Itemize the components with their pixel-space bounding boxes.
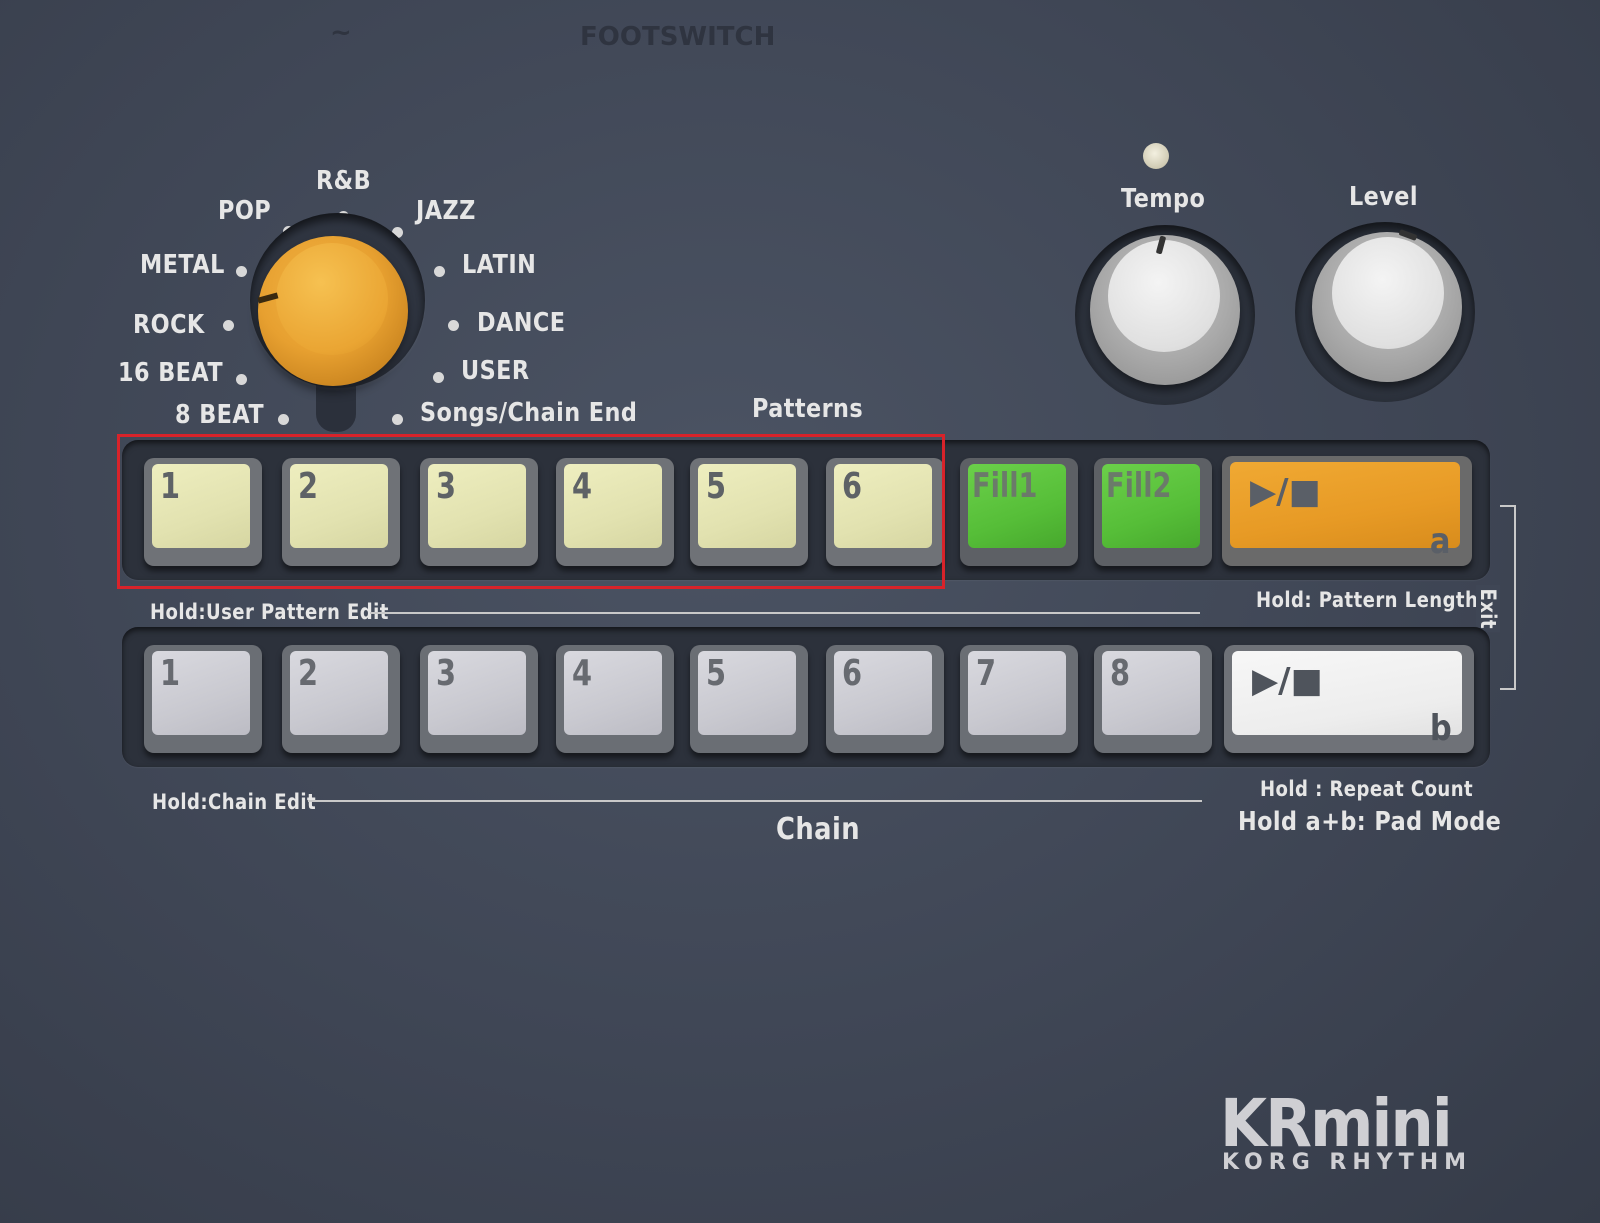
exit-bracket-line: [1514, 505, 1516, 690]
genre-8beat-label: 8 BEAT: [175, 400, 265, 430]
genre-latin-dot: [434, 266, 445, 277]
top-faint-mark: ~: [330, 18, 352, 48]
chain-pad-8[interactable]: 8: [1094, 645, 1212, 753]
hold-repeat-count-label: Hold : Repeat Count: [1260, 777, 1474, 801]
pattern-edit-line: [370, 612, 1200, 614]
genre-metal-dot: [236, 266, 247, 277]
genre-16beat-dot: [236, 374, 247, 385]
genre-rock-label: ROCK: [133, 310, 205, 340]
start-stop-a-letter: a: [1429, 521, 1451, 562]
genre-rock-dot: [223, 320, 234, 331]
genre-rnb-label: R&B: [316, 166, 372, 196]
genre-latin-label: LATIN: [462, 250, 537, 280]
genre-jazz-label: JAZZ: [416, 196, 476, 226]
chain-pad-2-label: 2: [298, 653, 319, 694]
chain-pad-7[interactable]: 7: [960, 645, 1078, 753]
start-stop-b-pad[interactable]: ▶/■ b: [1224, 645, 1474, 753]
tempo-led: [1143, 143, 1169, 169]
chain-pad-5-label: 5: [706, 653, 727, 694]
patterns-label: Patterns: [752, 394, 864, 424]
genre-user-dot: [433, 372, 444, 383]
fill1-pad[interactable]: Fill1: [960, 458, 1078, 566]
highlight-box: [117, 434, 945, 589]
fill1-pad-label: Fill1: [972, 466, 1038, 506]
chain-pad-3-label: 3: [436, 653, 457, 694]
fill2-pad[interactable]: Fill2: [1094, 458, 1212, 566]
genre-dance-dot: [448, 320, 459, 331]
chain-pad-4-label: 4: [572, 653, 593, 694]
start-stop-b-letter: b: [1430, 708, 1453, 749]
chain-pad-6[interactable]: 6: [826, 645, 944, 753]
hold-pattern-length-label: Hold: Pattern Length: [1256, 588, 1479, 612]
exit-bracket-top: [1500, 505, 1516, 507]
level-label: Level: [1349, 182, 1418, 212]
chain-pad-8-label: 8: [1110, 653, 1131, 694]
chain-pad-4[interactable]: 4: [556, 645, 674, 753]
genre-songs-dot: [392, 414, 403, 425]
genre-metal-label: METAL: [140, 250, 225, 280]
genre-8beat-dot: [278, 414, 289, 425]
hold-pad-mode-label: Hold a+b: Pad Mode: [1238, 807, 1502, 837]
chain-pad-6-label: 6: [842, 653, 863, 694]
chain-pad-3[interactable]: 3: [420, 645, 538, 753]
genre-pop-label: POP: [218, 196, 272, 226]
chain-pad-1[interactable]: 1: [144, 645, 262, 753]
play-stop-icon: ▶/■: [1250, 472, 1321, 512]
chain-pad-2[interactable]: 2: [282, 645, 400, 753]
exit-label: Exit: [1476, 585, 1500, 633]
genre-songs-label: Songs/Chain End: [420, 398, 638, 428]
genre-dance-label: DANCE: [477, 308, 566, 338]
chain-pad-5[interactable]: 5: [690, 645, 808, 753]
korg-rhythm-logo: KORG RHYTHM: [1222, 1150, 1473, 1175]
chain-edit-line: [308, 800, 1202, 802]
chain-pad-7-label: 7: [976, 653, 997, 694]
chain-pad-1-label: 1: [160, 653, 181, 694]
tempo-label: Tempo: [1121, 184, 1206, 214]
genre-16beat-label: 16 BEAT: [118, 358, 224, 388]
genre-selector-knob-cap: [276, 243, 388, 355]
chain-label: Chain: [776, 812, 861, 847]
level-knob-top: [1332, 237, 1444, 349]
tempo-knob-top: [1108, 240, 1220, 352]
start-stop-a-pad[interactable]: ▶/■ a: [1222, 456, 1472, 566]
hold-user-pattern-edit-label: Hold:User Pattern Edit: [150, 600, 389, 624]
fill2-pad-label: Fill2: [1106, 466, 1172, 506]
hold-chain-edit-label: Hold:Chain Edit: [152, 790, 317, 814]
genre-user-label: USER: [461, 356, 530, 386]
footswitch-label: FOOTSWITCH: [580, 22, 776, 52]
exit-bracket-bottom: [1500, 688, 1516, 690]
play-stop-icon: ▶/■: [1252, 661, 1323, 701]
